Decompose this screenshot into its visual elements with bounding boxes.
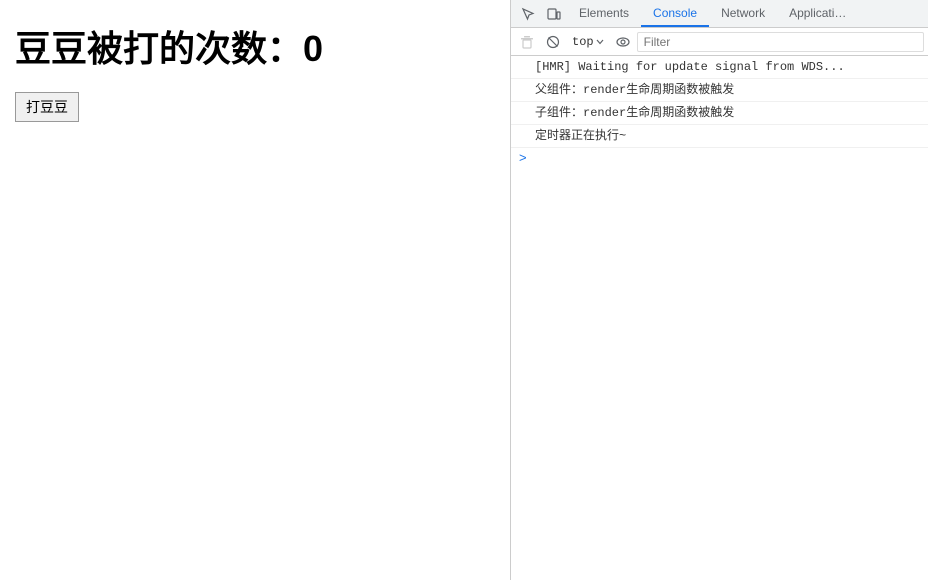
prompt-arrow-icon: > (519, 150, 527, 165)
hit-count-label: 豆豆被打的次数： (15, 28, 303, 69)
console-output: [HMR] Waiting for update signal from WDS… (511, 56, 928, 580)
tab-network[interactable]: Network (709, 0, 777, 27)
tab-application[interactable]: Applicati… (777, 0, 858, 27)
device-toggle-icon[interactable] (541, 2, 567, 26)
eye-icon[interactable] (611, 30, 635, 54)
tab-elements[interactable]: Elements (567, 0, 641, 27)
hit-count-value: 0 (303, 28, 323, 69)
console-line-parent-render: 父组件：render生命周期函数被触发 (511, 79, 928, 102)
devtools-panel: Elements Console Network Applicati… (510, 0, 928, 580)
tab-console[interactable]: Console (641, 0, 709, 27)
left-panel: 豆豆被打的次数：0 打豆豆 (0, 0, 510, 580)
console-line-hmr: [HMR] Waiting for update signal from WDS… (511, 56, 928, 79)
devtools-tab-bar: Elements Console Network Applicati… (511, 0, 928, 28)
filter-input[interactable] (637, 32, 924, 52)
context-label: top (572, 35, 594, 49)
stop-icon[interactable] (541, 30, 565, 54)
hit-count-title: 豆豆被打的次数：0 (15, 20, 495, 72)
inspect-element-icon[interactable] (515, 2, 541, 26)
devtools-toolbar: top (511, 28, 928, 56)
context-selector[interactable]: top (567, 32, 609, 52)
console-prompt[interactable]: > (511, 148, 928, 167)
console-line-child-render: 子组件：render生命周期函数被触发 (511, 102, 928, 125)
chevron-down-icon (596, 39, 604, 45)
console-line-timer: 定时器正在执行~ (511, 125, 928, 148)
hit-button[interactable]: 打豆豆 (15, 92, 79, 122)
clear-console-icon[interactable] (515, 30, 539, 54)
